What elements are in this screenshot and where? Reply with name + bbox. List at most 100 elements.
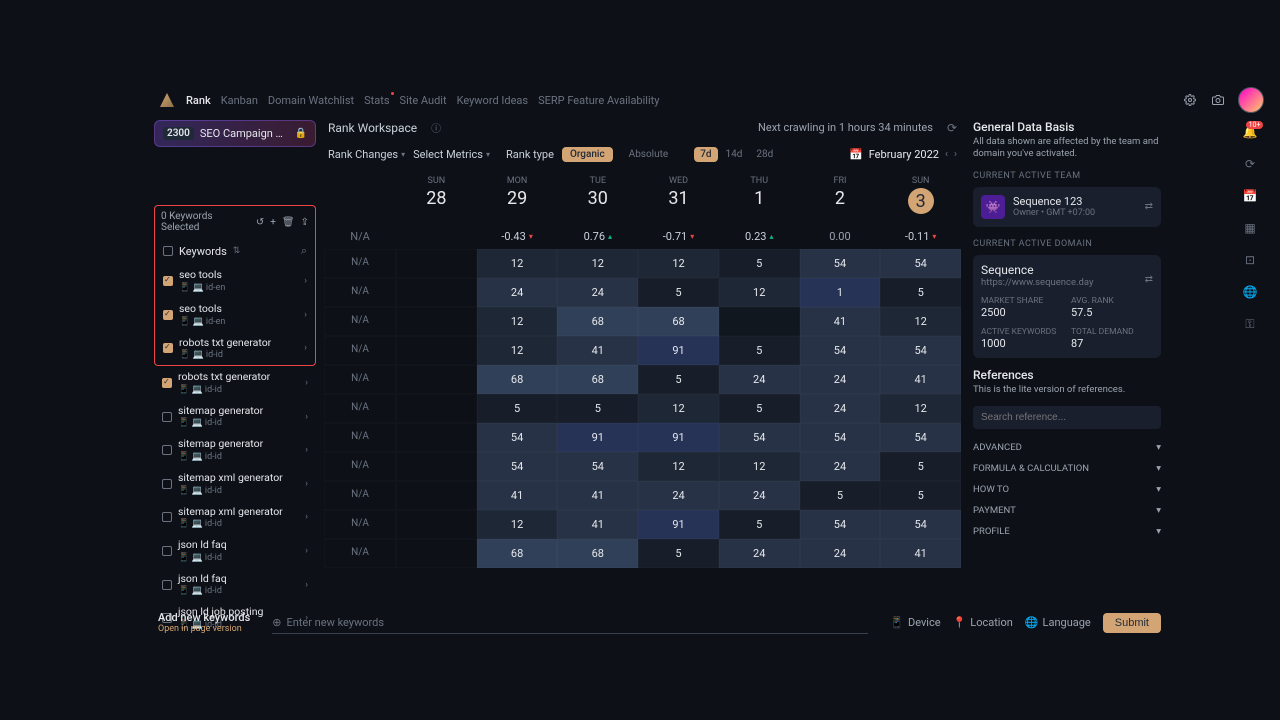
rank-cell[interactable]: 5 [880,481,961,510]
rank-cell[interactable]: 54 [800,336,881,365]
grid-icon[interactable]: ▦ [1244,221,1255,235]
keyword-check[interactable] [162,580,172,590]
rank-cell[interactable]: 12 [880,394,961,423]
undo-icon[interactable]: ↺ [256,217,264,228]
calendar-sb-icon[interactable]: 📅 [1243,189,1258,203]
language-option[interactable]: 🌐 Language [1025,616,1091,629]
rank-cell[interactable]: 54 [800,510,881,539]
keyword-check[interactable] [163,276,173,286]
keyword-item[interactable]: json ld faq 📱 💻 id-id › [154,568,316,602]
rank-cell[interactable]: 41 [800,307,881,336]
rank-cell[interactable]: 24 [719,539,800,568]
scan-icon[interactable]: ⊡ [1245,253,1255,267]
rank-cell[interactable]: 5 [638,365,719,394]
accordion-item[interactable]: FORMULA & CALCULATION▾ [973,458,1161,479]
camera-icon[interactable] [1210,92,1226,108]
rank-cell[interactable]: 12 [880,307,961,336]
accordion-item[interactable]: HOW TO▾ [973,479,1161,500]
nav-item[interactable]: Kanban [221,94,258,107]
rank-cell[interactable]: 54 [557,452,638,481]
rank-cell[interactable]: 12 [477,307,558,336]
rank-cell[interactable]: 12 [719,452,800,481]
rank-cell[interactable]: 5 [719,510,800,539]
rank-cell[interactable]: 12 [719,278,800,307]
organic-pill[interactable]: Organic [562,147,613,162]
swap-icon[interactable]: ⇄ [1145,201,1153,212]
day-number[interactable]: 30 [557,188,638,209]
range-pill[interactable]: 28d [750,147,779,162]
rank-cell[interactable]: 24 [719,365,800,394]
rank-cell[interactable]: 5 [477,394,558,423]
keyword-check[interactable] [162,445,172,455]
rank-cell[interactable] [719,307,800,336]
keyword-check[interactable] [163,310,173,320]
keyword-check[interactable] [162,512,172,522]
globe-icon[interactable]: 🌐 [1243,285,1258,299]
day-number[interactable]: 3 [908,188,934,214]
rank-cell[interactable]: 68 [557,307,638,336]
rank-changes-dropdown[interactable]: Rank Changes▾ [328,148,405,161]
keyword-item[interactable]: robots txt generator 📱 💻 id-id › [155,332,315,366]
rank-cell[interactable]: 91 [638,336,719,365]
device-option[interactable]: 📱 Device [890,616,940,629]
day-number[interactable]: 28 [396,188,477,209]
keyword-item[interactable]: robots txt generator 📱 💻 id-id › [154,366,316,400]
keyword-item[interactable]: sitemap xml generator 📱 💻 id-id › [154,467,316,501]
accordion-item[interactable]: PAYMENT▾ [973,500,1161,521]
rank-cell[interactable]: 24 [719,481,800,510]
keyword-item[interactable]: seo tools 📱 💻 id-en › [155,264,315,298]
info-icon[interactable]: ⓘ [431,120,441,135]
rank-cell[interactable]: 5 [880,452,961,481]
rank-cell[interactable]: 54 [880,510,961,539]
rank-cell[interactable]: 12 [477,249,558,278]
project-badge[interactable]: 2300 SEO Campaign M.. 🔒 [154,120,316,147]
rank-cell[interactable]: 5 [638,278,719,307]
search-icon[interactable]: ⌕ [301,244,307,258]
absolute-pill[interactable]: Absolute [621,147,677,162]
rank-cell[interactable]: 5 [557,394,638,423]
nav-item[interactable]: SERP Feature Availability [538,94,659,107]
rank-cell[interactable]: 41 [477,481,558,510]
rank-cell[interactable]: 68 [557,365,638,394]
team-card[interactable]: 👾 Sequence 123 Owner • GMT +07:00 ⇄ [973,187,1161,227]
rank-cell[interactable]: 12 [557,249,638,278]
nav-item[interactable]: Site Audit [400,94,447,107]
rank-cell[interactable]: 5 [800,481,881,510]
rank-cell[interactable]: 24 [800,539,881,568]
enter-keywords-input[interactable]: ⊕ Enter new keywords [272,612,868,634]
rank-cell[interactable]: 24 [800,394,881,423]
location-option[interactable]: 📍 Location [953,616,1013,629]
rank-cell[interactable]: 12 [477,336,558,365]
add-kw-sub[interactable]: Open in page version [158,624,250,634]
rank-cell[interactable]: 54 [800,249,881,278]
gear-icon[interactable] [1182,92,1198,108]
select-metrics-dropdown[interactable]: Select Metrics▾ [413,148,490,161]
rank-cell[interactable]: 41 [880,365,961,394]
rank-cell[interactable]: 24 [800,452,881,481]
refresh-sb-icon[interactable]: ⟳ [1245,157,1255,171]
rank-cell[interactable]: 41 [557,481,638,510]
prev-arrow[interactable]: ‹ [945,149,948,160]
day-number[interactable]: 31 [638,188,719,209]
rank-cell[interactable]: 54 [477,452,558,481]
rank-cell[interactable]: 12 [477,510,558,539]
accordion-item[interactable]: ADVANCED▾ [973,437,1161,458]
rank-cell[interactable]: 54 [880,423,961,452]
keyword-item[interactable]: sitemap generator 📱 💻 id-id › [154,433,316,467]
rank-cell[interactable]: 12 [638,452,719,481]
nav-item[interactable]: Rank [186,94,211,107]
range-pill[interactable]: 14d [720,147,749,162]
rank-cell[interactable]: 24 [557,278,638,307]
domain-swap-icon[interactable]: ⇄ [1145,274,1153,285]
refresh-icon[interactable]: ⟳ [947,121,957,135]
nav-item[interactable]: Keyword Ideas [457,94,529,107]
rank-cell[interactable]: 12 [638,394,719,423]
rank-cell[interactable]: 68 [557,539,638,568]
rank-cell[interactable]: 24 [638,481,719,510]
trash-icon[interactable]: 🗑 [282,217,295,228]
rank-cell[interactable]: 5 [719,249,800,278]
day-number[interactable]: 29 [477,188,558,209]
keyword-check[interactable] [163,343,173,353]
keyword-item[interactable]: sitemap xml generator 📱 💻 id-id › [154,501,316,535]
export-icon[interactable]: ⇪ [301,217,309,228]
